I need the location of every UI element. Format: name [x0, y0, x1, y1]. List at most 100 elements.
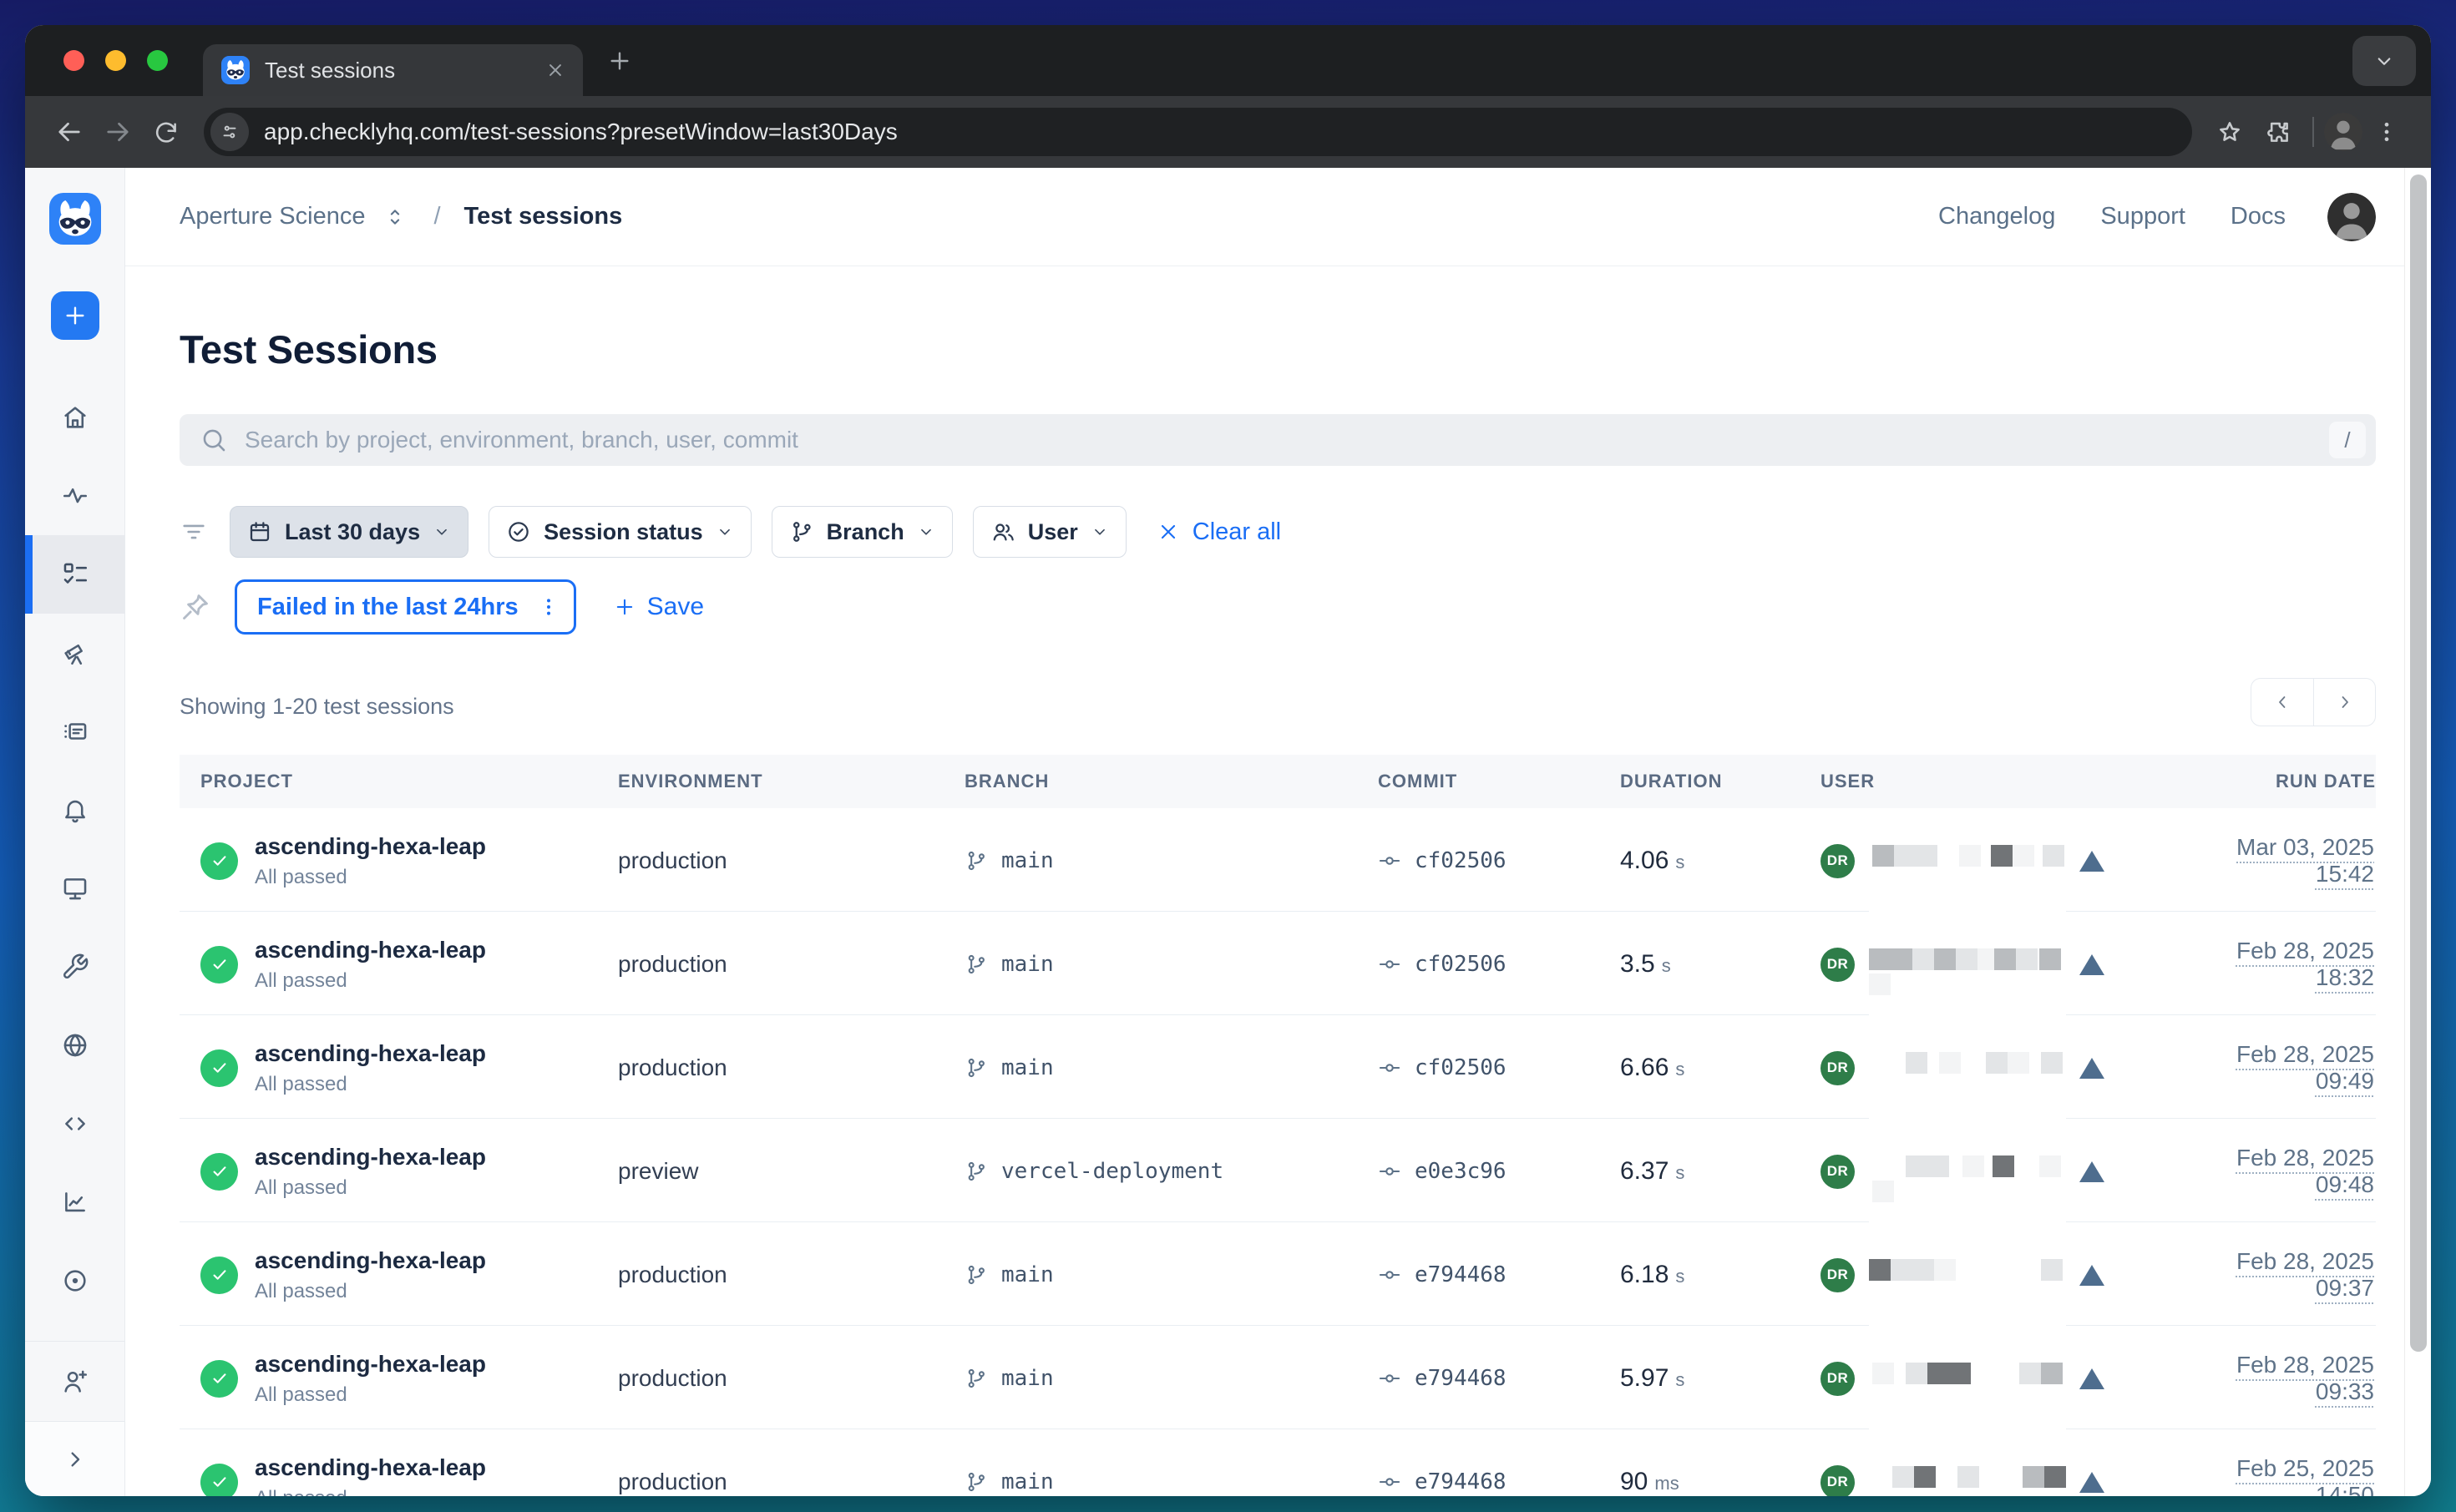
session-status-filter[interactable]: Session status [489, 506, 752, 558]
saved-filter-button[interactable]: Failed in the last 24hrs [235, 579, 576, 635]
run-date-link[interactable]: Mar 03, 2025 15:42 [2236, 834, 2374, 887]
user-filter[interactable]: User [973, 506, 1127, 558]
table-row[interactable]: ascending-hexa-leap All passed productio… [180, 1015, 2376, 1119]
column-branch: BRANCH [965, 771, 1378, 792]
page-scrollbar[interactable] [2404, 168, 2431, 1496]
changelog-link[interactable]: Changelog [1938, 203, 2055, 230]
vercel-icon [2079, 954, 2104, 975]
account-switcher[interactable]: Aperture Science [180, 203, 365, 230]
previous-page-button[interactable] [2251, 679, 2313, 726]
breadcrumb-page: Test sessions [464, 203, 623, 230]
clear-all-label: Clear all [1193, 518, 1281, 546]
sidebar-item-status-pages[interactable] [25, 849, 124, 928]
table-row[interactable]: ascending-hexa-leap All passed productio… [180, 1222, 2376, 1326]
run-date-link[interactable]: Feb 28, 2025 09:48 [2236, 1145, 2374, 1197]
browser-profile-avatar[interactable] [2324, 113, 2362, 151]
close-window-button[interactable] [63, 50, 84, 71]
toolbar-separator [2312, 117, 2314, 147]
tab-search-menu-button[interactable] [2352, 36, 2416, 86]
branch-filter[interactable]: Branch [772, 506, 953, 558]
session-result-text: All passed [255, 1073, 486, 1096]
kebab-menu-icon[interactable] [537, 595, 560, 619]
git-branch-icon [965, 1470, 988, 1494]
zoom-window-button[interactable] [147, 50, 168, 71]
duration-unit: s [1675, 1059, 1684, 1080]
scrollbar-thumb[interactable] [2410, 174, 2427, 1352]
account-unfold-icon[interactable] [383, 205, 407, 229]
sidebar-item-insights[interactable] [25, 1241, 124, 1320]
checkly-logo[interactable] [49, 193, 101, 245]
project-name: ascending-hexa-leap [255, 937, 486, 963]
new-tab-button[interactable] [606, 48, 633, 74]
clear-all-button[interactable]: Clear all [1157, 518, 1281, 546]
tab-close-icon[interactable] [544, 59, 566, 81]
redacted-user-name [1869, 1222, 2066, 1327]
git-branch-icon [965, 1056, 988, 1080]
run-date-link[interactable]: Feb 28, 2025 18:32 [2236, 938, 2374, 990]
sidebar-item-maintenance[interactable] [25, 928, 124, 1006]
create-new-button[interactable] [51, 291, 99, 340]
user-initials-avatar: DR [1820, 1362, 1855, 1396]
run-date-link[interactable]: Feb 28, 2025 09:49 [2236, 1041, 2374, 1094]
save-label: Save [647, 593, 704, 621]
reload-button[interactable] [142, 108, 190, 156]
chevron-down-icon [1091, 523, 1109, 541]
duration-value: 4.06 [1620, 847, 1669, 875]
table-row[interactable]: ascending-hexa-leap All passed productio… [180, 912, 2376, 1015]
table-body: ascending-hexa-leap All passed productio… [180, 808, 2376, 1496]
run-date-link[interactable]: Feb 25, 2025 14:50 [2236, 1455, 2374, 1496]
address-bar[interactable]: app.checklyhq.com/test-sessions?presetWi… [204, 108, 2192, 156]
next-page-button[interactable] [2313, 679, 2375, 726]
environment-value: production [618, 1469, 727, 1494]
project-name: ascending-hexa-leap [255, 1454, 486, 1481]
vercel-icon [2079, 1265, 2104, 1286]
duration-unit: s [1662, 955, 1671, 977]
run-date-link[interactable]: Feb 28, 2025 09:33 [2236, 1352, 2374, 1404]
commit-hash: cf02506 [1415, 1055, 1507, 1080]
sidebar-item-checks[interactable] [25, 692, 124, 771]
extensions-icon[interactable] [2254, 108, 2302, 156]
search-input[interactable]: Search by project, environment, branch, … [180, 414, 2376, 466]
git-commit-icon [1378, 1160, 1401, 1183]
sidebar-item-invite-user[interactable] [25, 1341, 124, 1421]
save-filter-button[interactable]: Save [613, 593, 704, 621]
sidebar-expand-button[interactable] [25, 1421, 124, 1496]
user-initials-avatar: DR [1820, 1465, 1855, 1497]
sidebar-item-cli[interactable] [25, 1085, 124, 1163]
run-date-link[interactable]: Feb 28, 2025 09:37 [2236, 1248, 2374, 1301]
table-row[interactable]: ascending-hexa-leap All passed productio… [180, 1429, 2376, 1496]
back-button[interactable] [45, 108, 94, 156]
minimize-window-button[interactable] [105, 50, 126, 71]
sidebar-item-test-sessions[interactable] [25, 535, 124, 614]
bookmark-star-icon[interactable] [2205, 108, 2254, 156]
app-header: Aperture Science / Test sessions Changel… [125, 168, 2404, 266]
sidebar-item-alerts[interactable] [25, 771, 124, 849]
vercel-icon [2079, 1161, 2104, 1182]
support-link[interactable]: Support [2100, 203, 2185, 230]
sidebar-item-private-locations[interactable] [25, 1006, 124, 1085]
git-branch-icon [965, 1367, 988, 1390]
search-icon [200, 426, 228, 454]
sidebar-item-home[interactable] [25, 378, 124, 457]
sidebar-item-dashboards[interactable] [25, 1163, 124, 1241]
browser-menu-icon[interactable] [2362, 108, 2411, 156]
redacted-user-name [1869, 808, 2066, 913]
status-passed-icon [200, 1257, 238, 1294]
page-title: Test Sessions [180, 326, 2376, 372]
search-shortcut-key: / [2329, 422, 2366, 458]
browser-toolbar: app.checklyhq.com/test-sessions?presetWi… [25, 96, 2431, 168]
commit-hash: e794468 [1415, 1469, 1507, 1494]
project-name: ascending-hexa-leap [255, 1144, 486, 1171]
forward-button[interactable] [94, 108, 142, 156]
table-row[interactable]: ascending-hexa-leap All passed productio… [180, 1326, 2376, 1429]
user-avatar[interactable] [2327, 193, 2376, 241]
date-range-filter[interactable]: Last 30 days [230, 506, 468, 558]
git-branch-icon [789, 519, 814, 544]
browser-tab[interactable]: Test sessions [203, 44, 583, 96]
sidebar-item-explore[interactable] [25, 614, 124, 692]
site-settings-icon[interactable] [210, 113, 249, 151]
table-row[interactable]: ascending-hexa-leap All passed preview v… [180, 1119, 2376, 1222]
sidebar-item-monitoring[interactable] [25, 457, 124, 535]
docs-link[interactable]: Docs [2231, 203, 2286, 230]
table-row[interactable]: ascending-hexa-leap All passed productio… [180, 808, 2376, 912]
